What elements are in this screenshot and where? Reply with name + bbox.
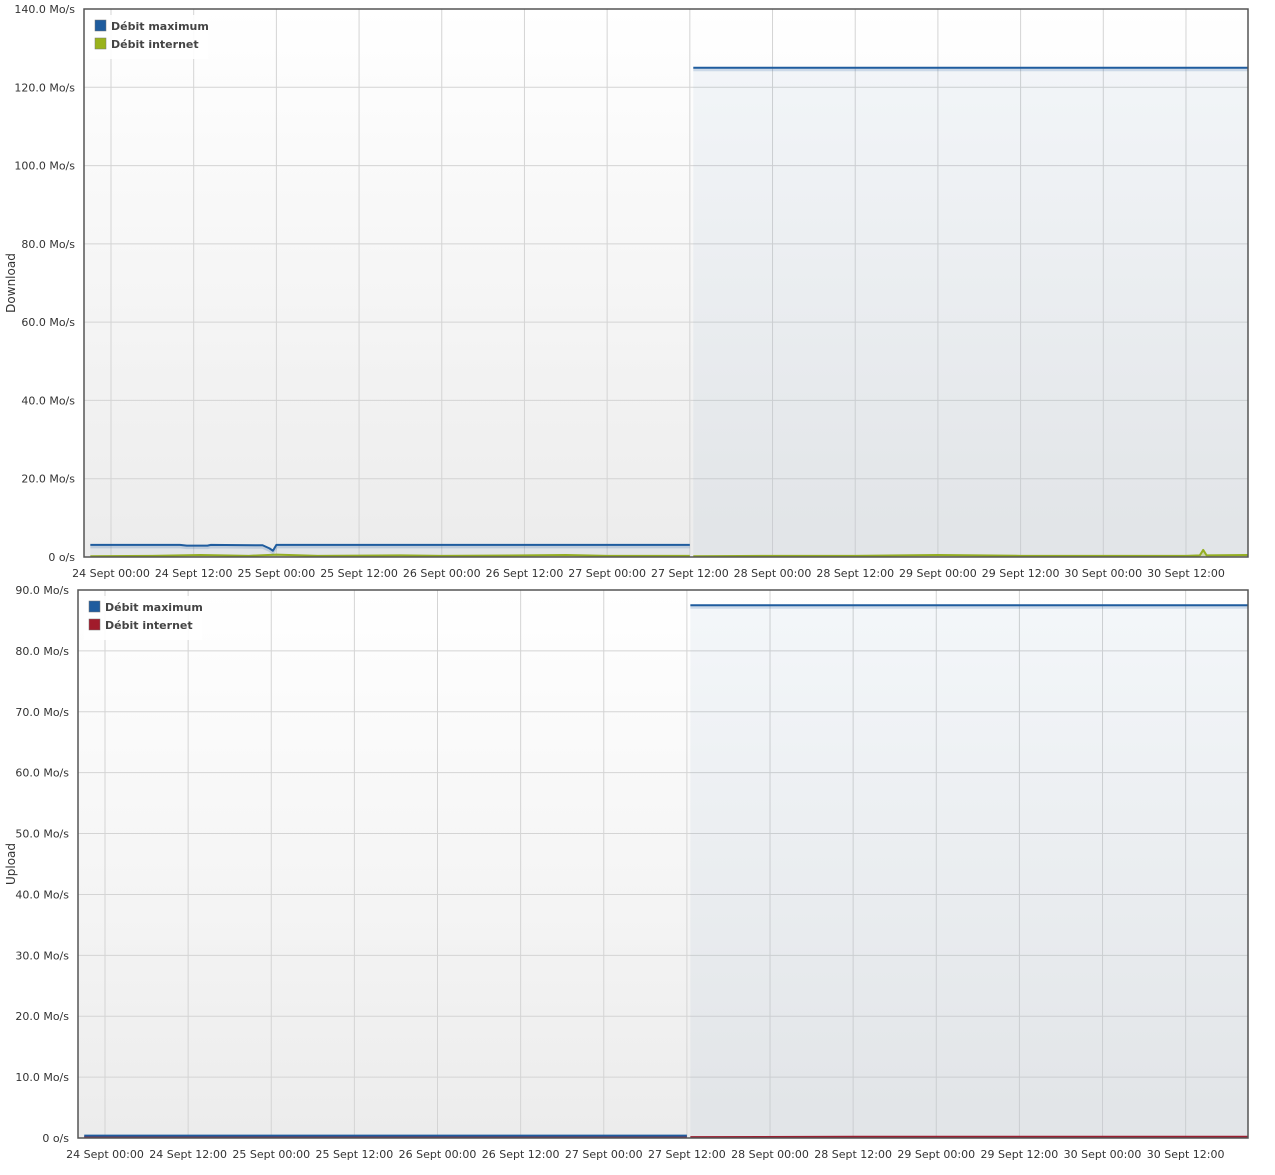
x-tick-label: 28 Sept 12:00	[814, 1148, 892, 1161]
legend: Débit maximum Débit internet	[84, 596, 203, 640]
legend-swatch	[88, 600, 101, 613]
y-tick-label: 100.0 Mo/s	[14, 160, 75, 173]
legend-label: Débit internet	[111, 38, 199, 51]
x-tick-label: 27 Sept 12:00	[651, 567, 729, 580]
y-tick-label: 120.0 Mo/s	[14, 81, 75, 94]
y-tick-label: 50.0 Mo/s	[15, 828, 69, 841]
y-tick-label: 40.0 Mo/s	[21, 394, 75, 407]
y-axis-label: Upload	[4, 843, 18, 885]
x-tick-label: 26 Sept 00:00	[403, 567, 481, 580]
x-tick-label: 24 Sept 12:00	[155, 567, 233, 580]
legend-swatch	[94, 19, 107, 32]
x-tick-label: 25 Sept 12:00	[316, 1148, 394, 1161]
download-chart: 0 o/s 20.0 Mo/s 40.0 Mo/s 60.0 Mo/s 80.0 Mo/…	[4, 3, 1249, 580]
y-tick-label: 40.0 Mo/s	[15, 888, 69, 901]
y-tick-label: 10.0 Mo/s	[15, 1071, 69, 1084]
series-area	[690, 605, 1248, 1138]
x-tick-label: 29 Sept 12:00	[982, 567, 1060, 580]
x-tick-label: 25 Sept 00:00	[238, 567, 316, 580]
x-tick-label: 28 Sept 00:00	[734, 567, 812, 580]
legend-label: Débit internet	[105, 619, 193, 632]
y-tick-label: 60.0 Mo/s	[21, 316, 75, 329]
y-tick-label: 20.0 Mo/s	[21, 473, 75, 486]
y-tick-label: 70.0 Mo/s	[15, 706, 69, 719]
x-tick-label: 29 Sept 12:00	[981, 1148, 1059, 1161]
upload-chart: 0 o/s 10.0 Mo/s 20.0 Mo/s 30.0 Mo/s 40.0 Mo/…	[4, 585, 1249, 1161]
x-tick-label: 26 Sept 12:00	[482, 1148, 560, 1161]
y-tick-label: 0 o/s	[48, 551, 75, 564]
x-tick-label: 30 Sept 00:00	[1064, 1148, 1142, 1161]
y-tick-label: 0 o/s	[42, 1132, 69, 1145]
x-tick-label: 26 Sept 12:00	[486, 567, 564, 580]
x-tick-label: 27 Sept 00:00	[568, 567, 646, 580]
x-tick-label: 29 Sept 00:00	[899, 567, 977, 580]
x-tick-label: 29 Sept 00:00	[897, 1148, 975, 1161]
legend-label: Débit maximum	[105, 601, 203, 614]
x-tick-label: 24 Sept 00:00	[66, 1148, 144, 1161]
y-tick-label: 90.0 Mo/s	[15, 585, 69, 597]
y-tick-label: 80.0 Mo/s	[15, 645, 69, 658]
legend-label: Débit maximum	[111, 20, 209, 33]
y-tick-label: 20.0 Mo/s	[15, 1010, 69, 1023]
y-axis-label: Download	[4, 253, 18, 313]
legend-swatch	[94, 37, 107, 50]
y-tick-label: 30.0 Mo/s	[15, 949, 69, 962]
x-tick-label: 30 Sept 12:00	[1147, 1148, 1225, 1161]
x-tick-label: 30 Sept 00:00	[1064, 567, 1142, 580]
y-tick-label: 60.0 Mo/s	[15, 767, 69, 780]
y-tick-label: 140.0 Mo/s	[14, 3, 75, 16]
x-tick-label: 25 Sept 12:00	[320, 567, 398, 580]
x-tick-label: 26 Sept 00:00	[399, 1148, 477, 1161]
legend-swatch	[88, 618, 101, 631]
x-tick-label: 24 Sept 00:00	[72, 567, 150, 580]
x-tick-label: 28 Sept 12:00	[816, 567, 894, 580]
series-area	[693, 67, 1248, 557]
x-tick-label: 28 Sept 00:00	[731, 1148, 809, 1161]
x-tick-label: 27 Sept 12:00	[648, 1148, 726, 1161]
legend: Débit maximum Débit internet	[90, 15, 209, 59]
y-tick-label: 80.0 Mo/s	[21, 238, 75, 251]
x-tick-label: 27 Sept 00:00	[565, 1148, 643, 1161]
x-tick-label: 24 Sept 12:00	[149, 1148, 227, 1161]
x-tick-label: 30 Sept 12:00	[1147, 567, 1225, 580]
x-tick-label: 25 Sept 00:00	[232, 1148, 310, 1161]
